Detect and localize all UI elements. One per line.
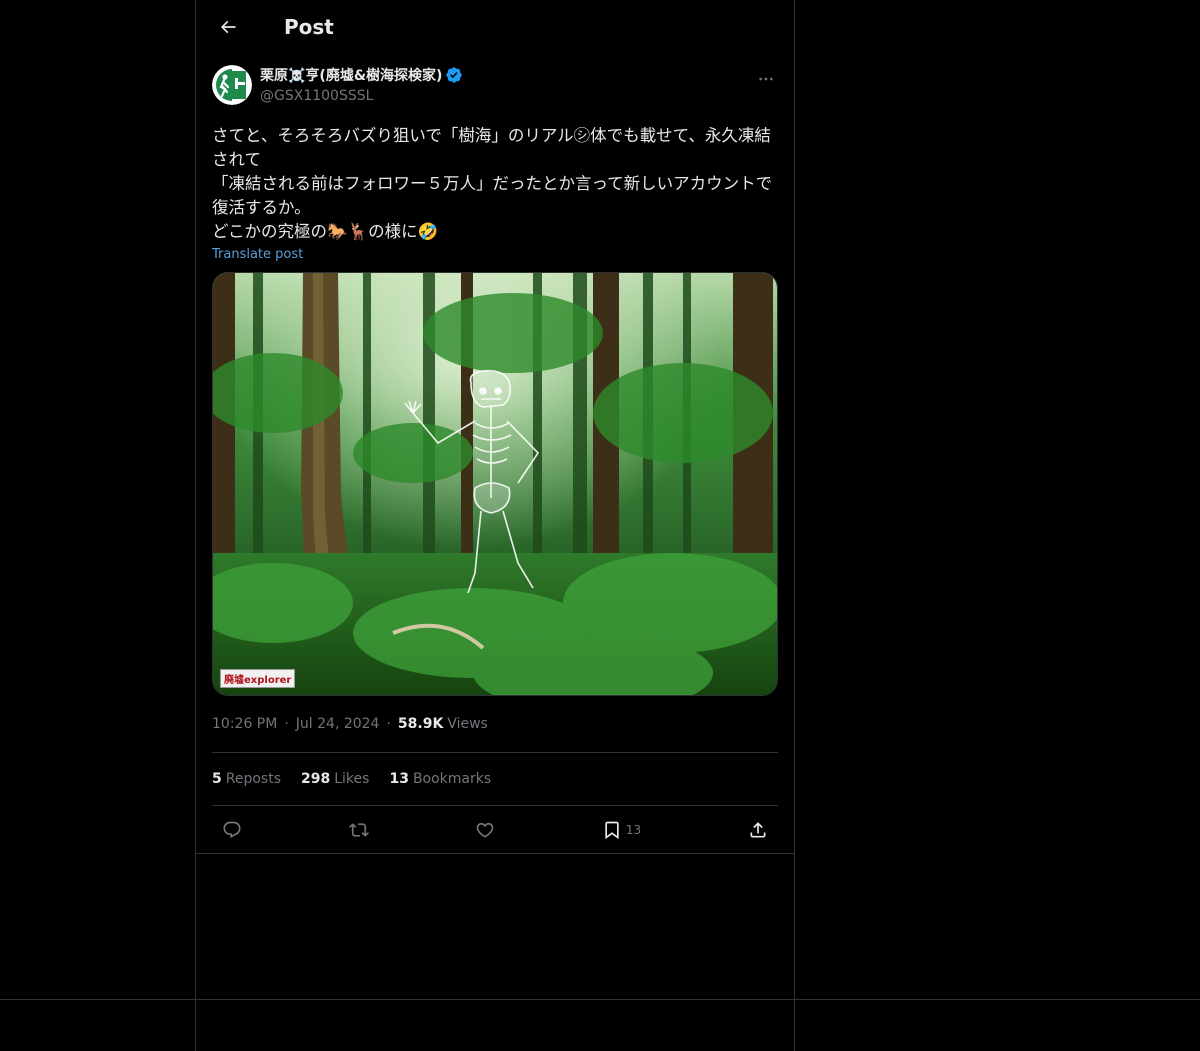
repost-button[interactable] <box>339 812 379 848</box>
more-options-button[interactable] <box>754 67 778 91</box>
views-count: 58.9K <box>397 716 444 732</box>
likes-label: Likes <box>334 771 370 787</box>
post-author: 栗原☠️亨(廃墟&樹海探検家) @GSX1100SSSL <box>196 65 794 112</box>
arrow-left-icon <box>220 20 236 33</box>
header: Post <box>196 0 794 53</box>
reply-icon <box>223 821 241 838</box>
like-button[interactable] <box>465 812 505 848</box>
repost-icon <box>348 822 369 837</box>
bookmark-button[interactable]: 13 <box>592 812 652 848</box>
back-button[interactable] <box>212 11 244 43</box>
post-meta: 10:26 PM · Jul 24, 2024 · 58.9K Views <box>196 696 794 752</box>
translate-post-link[interactable]: Translate post <box>212 247 778 262</box>
author-info: 栗原☠️亨(廃墟&樹海探検家) @GSX1100SSSL <box>260 65 463 112</box>
display-name[interactable]: 栗原☠️亨(廃墟&樹海探検家) <box>260 65 442 85</box>
page: Post 栗原☠️亨(廃墟&樹海探検家) @GSX1100SSSL さてと、そろ… <box>0 0 1200 1051</box>
post-actions: 13 <box>196 806 794 853</box>
post-image[interactable]: 廃墟explorer <box>212 272 778 696</box>
name-row: 栗原☠️亨(廃墟&樹海探検家) <box>260 65 463 85</box>
page-title: Post <box>284 14 334 39</box>
post-date[interactable]: Jul 24, 2024 <box>296 716 380 732</box>
post-detail-column: Post 栗原☠️亨(廃墟&樹海探検家) @GSX1100SSSL さてと、そろ… <box>196 0 794 854</box>
bookmarks-stat[interactable]: 13 Bookmarks <box>389 771 491 787</box>
image-watermark: 廃墟explorer <box>220 669 296 688</box>
heart-icon <box>476 822 494 838</box>
forest-skeleton-image <box>213 273 777 695</box>
post-text: さてと、そろそろバズり狙いで「樹海」のリアル㋛体でも載せて、永久凍結されて 「凍… <box>212 126 773 241</box>
bookmarks-label: Bookmarks <box>412 771 492 787</box>
post-bottom-border <box>196 853 794 854</box>
post-time[interactable]: 10:26 PM <box>212 716 277 732</box>
likes-stat[interactable]: 298 Likes <box>301 771 369 787</box>
reposts-count: 5 <box>212 771 222 787</box>
reposts-label: Reposts <box>225 771 281 787</box>
meta-dot: · <box>386 716 391 732</box>
verified-badge-icon <box>446 67 463 83</box>
bookmark-count: 13 <box>625 822 642 837</box>
share-icon <box>750 821 766 837</box>
bookmark-icon <box>605 821 619 839</box>
bookmarks-count: 13 <box>389 771 409 787</box>
share-button[interactable] <box>738 812 778 848</box>
reply-button[interactable] <box>212 812 252 848</box>
more-horizontal-icon <box>759 77 773 81</box>
likes-count: 298 <box>301 771 331 787</box>
avatar[interactable] <box>212 65 252 105</box>
post-stats: 5 Reposts 298 Likes 13 Bookmarks <box>196 753 794 805</box>
reposts-stat[interactable]: 5 Reposts <box>212 771 281 787</box>
bottom-divider <box>0 999 1200 1000</box>
author-handle[interactable]: @GSX1100SSSL <box>260 86 463 106</box>
meta-dot: · <box>284 716 289 732</box>
views-label: Views <box>447 716 488 732</box>
right-column-border <box>794 0 795 1051</box>
